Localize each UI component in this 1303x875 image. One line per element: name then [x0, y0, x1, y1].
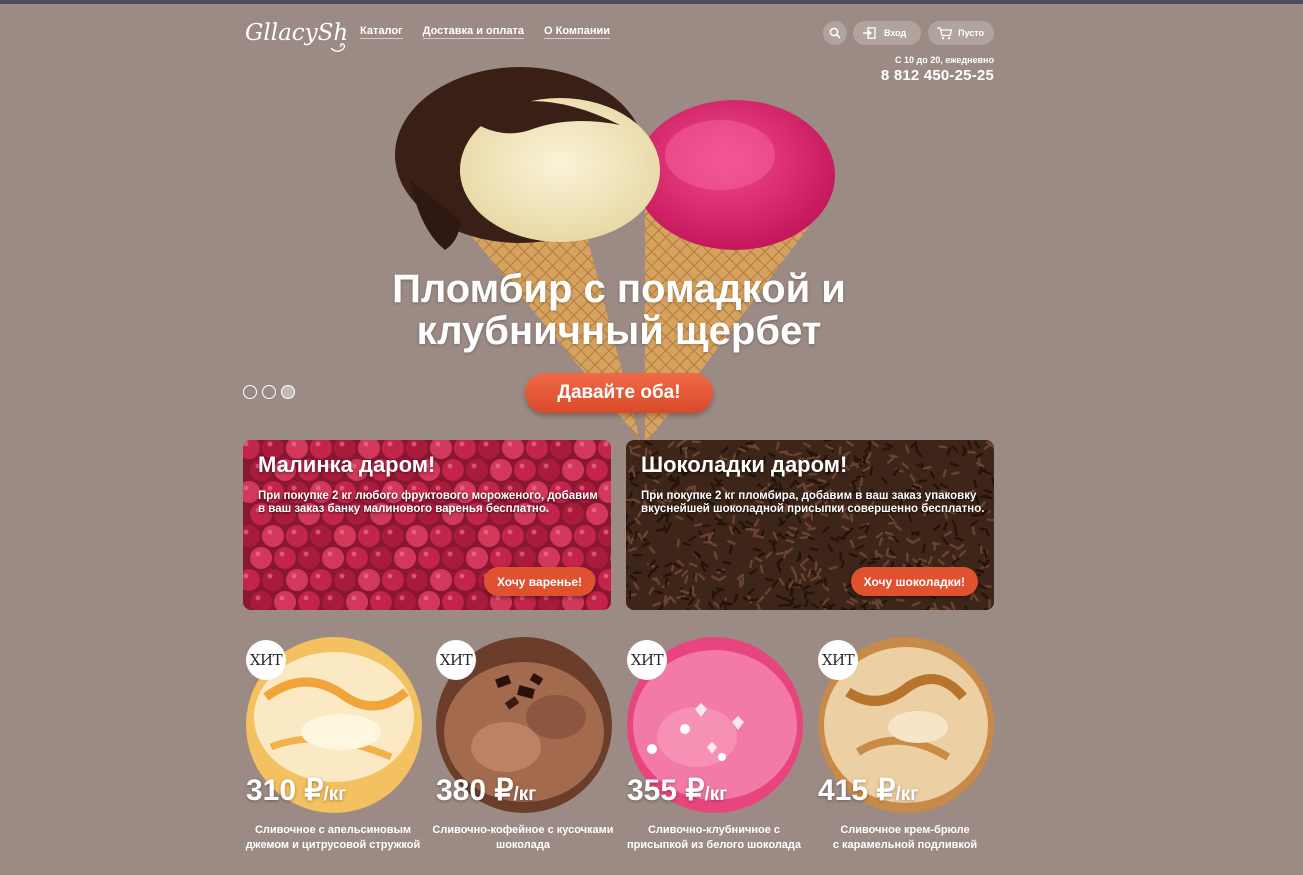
price-value: 355 ₽	[627, 774, 705, 807]
promo-chocolate-button[interactable]: Хочу шоколадки!	[850, 567, 978, 596]
product-card-creme-brulee[interactable]: ХИТ 415 ₽/кг Сливочное крем-брюле с кара…	[816, 636, 1006, 866]
price-unit: /кг	[513, 784, 537, 805]
slider-dots	[243, 385, 295, 399]
desc-line: с карамельной подливкой	[832, 839, 978, 851]
product-price: 415 ₽/кг	[818, 773, 918, 808]
slider-dot-3[interactable]	[281, 385, 295, 399]
promo-raspberry-text: При покупке 2 кг любого фруктового морож…	[258, 490, 598, 515]
cart-icon	[937, 26, 952, 39]
price-unit: /кг	[704, 784, 728, 805]
cart-button[interactable]: Пусто	[928, 21, 994, 45]
hit-badge: ХИТ	[627, 640, 667, 680]
desc-line: джемом и цитрусовой стружкой	[245, 839, 421, 851]
logo[interactable]: GllacyShop	[243, 8, 377, 58]
promo-raspberry-title: Малинка даром!	[258, 452, 436, 477]
promo-raspberry-button[interactable]: Хочу варенье!	[483, 567, 595, 596]
nav-delivery[interactable]: Доставка и оплата	[422, 25, 525, 39]
promo-raspberry: Малинка даром! При покупке 2 кг любого ф…	[243, 440, 611, 610]
desc-line: шоколада	[496, 839, 550, 851]
desc-line: Сливочно-клубничное с	[647, 824, 780, 836]
login-button[interactable]: Вход	[853, 21, 921, 45]
logo-image: GllacyShop	[245, 20, 377, 52]
hero-title-line2: клубничный щербет	[416, 309, 822, 353]
cart-label: Пусто	[958, 28, 985, 38]
product-price: 355 ₽/кг	[627, 773, 727, 808]
desc-line: Сливочное с апельсиновым	[254, 824, 412, 836]
product-card-strawberry[interactable]: ХИТ 355 ₽/кг Сливочно-клубничное с присы…	[625, 636, 815, 866]
desc-line: Сливочное крем-брюле	[840, 824, 970, 836]
desc-line: Сливочно-кофейное с кусочками	[432, 824, 614, 836]
price-value: 380 ₽	[436, 774, 514, 807]
product-price: 310 ₽/кг	[246, 773, 346, 808]
hero-cta-button[interactable]: Давайте оба!	[525, 373, 713, 413]
nav-catalog[interactable]: Каталог	[360, 25, 403, 39]
product-description[interactable]: Сливочное с апельсиновым джемом и цитрус…	[236, 823, 430, 853]
slider-dot-1[interactable]	[243, 385, 257, 399]
top-bar	[0, 0, 1303, 4]
svg-text:GllacyShop: GllacyShop	[245, 20, 349, 46]
product-description[interactable]: Сливочно-кофейное с кусочками шоколада	[426, 823, 620, 853]
search-icon	[829, 27, 841, 39]
price-value: 310 ₽	[246, 774, 324, 807]
working-hours: С 10 до 20, ежедневно	[894, 55, 994, 65]
product-card-coffee[interactable]: ХИТ 380 ₽/кг Сливочно-кофейное с кусочка…	[432, 636, 624, 866]
price-unit: /кг	[323, 784, 347, 805]
hero-title-line1: Пломбир с помадкой и	[392, 267, 846, 311]
product-card-orange[interactable]: ХИТ 310 ₽/кг Сливочное с апельсиновым дж…	[244, 636, 434, 866]
promo-chocolate: Шоколадки даром! При покупке 2 кг пломби…	[626, 440, 994, 610]
product-price: 380 ₽/кг	[436, 773, 536, 808]
nav-about[interactable]: О Компании	[544, 25, 610, 39]
product-description[interactable]: Сливочно-клубничное с присыпкой из белог…	[617, 823, 811, 853]
price-unit: /кг	[895, 784, 919, 805]
hit-badge: ХИТ	[818, 640, 858, 680]
price-value: 415 ₽	[818, 774, 896, 807]
login-icon	[863, 27, 876, 39]
login-label: Вход	[884, 28, 907, 38]
product-description[interactable]: Сливочное крем-брюле с карамельной подли…	[808, 823, 1002, 853]
hit-badge: ХИТ	[246, 640, 286, 680]
hero-title: Пломбир с помадкой и клубничный щербет	[330, 268, 908, 352]
desc-line: присыпкой из белого шоколада	[626, 839, 802, 851]
promo-chocolate-text: При покупке 2 кг пломбира, добавим в ваш…	[641, 490, 985, 515]
promo-chocolate-title: Шоколадки даром!	[641, 452, 848, 477]
search-button[interactable]	[823, 21, 847, 45]
phone-number[interactable]: 8 812 450-25-25	[881, 67, 994, 84]
main-nav: Каталог Доставка и оплата О Компании	[360, 25, 610, 39]
hit-badge: ХИТ	[436, 640, 476, 680]
slider-dot-2[interactable]	[262, 385, 276, 399]
